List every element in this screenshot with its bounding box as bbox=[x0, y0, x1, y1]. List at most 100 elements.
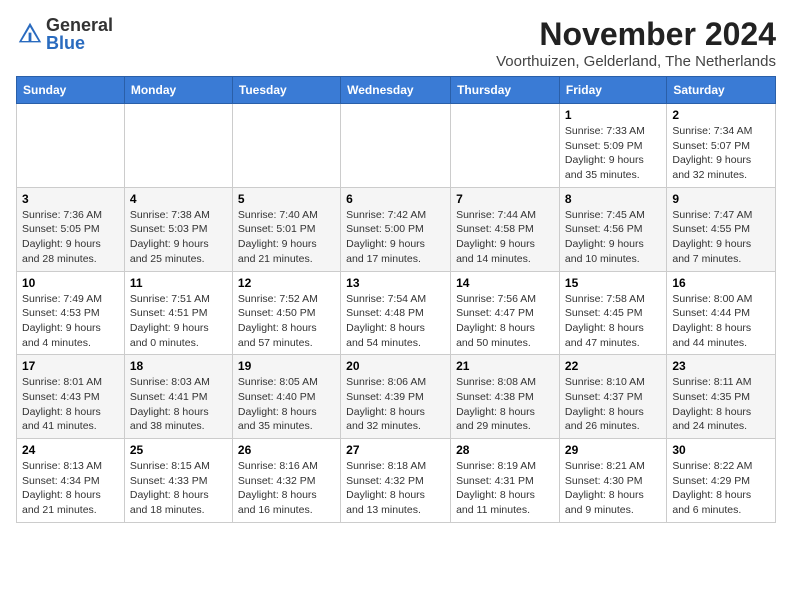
day-number: 19 bbox=[238, 359, 335, 373]
day-number: 30 bbox=[672, 443, 770, 457]
day-detail: Sunrise: 7:51 AM Sunset: 4:51 PM Dayligh… bbox=[130, 292, 227, 351]
calendar-cell: 11Sunrise: 7:51 AM Sunset: 4:51 PM Dayli… bbox=[124, 271, 232, 355]
calendar-cell: 7 Sunrise: 7:44 AM Sunset: 4:58 PM Daylig… bbox=[451, 187, 560, 271]
day-number: 23 bbox=[672, 359, 770, 373]
calendar-header-monday: Monday bbox=[124, 77, 232, 104]
logo: General Blue bbox=[16, 16, 113, 52]
day-detail: Sunrise: 8:10 AM Sunset: 4:37 PM Dayligh… bbox=[565, 375, 661, 434]
day-detail: Sunrise: 7:33 AM Sunset: 5:09 PM Dayligh… bbox=[565, 124, 661, 183]
day-detail: Sunrise: 8:11 AM Sunset: 4:35 PM Dayligh… bbox=[672, 375, 770, 434]
calendar-header-row: SundayMondayTuesdayWednesdayThursdayFrid… bbox=[17, 77, 776, 104]
subtitle: Voorthuizen, Gelderland, The Netherlands bbox=[496, 53, 776, 70]
calendar-cell: 15 Sunrise: 7:58 AM Sunset: 4:45 PM Dayli… bbox=[559, 271, 666, 355]
calendar-cell: 3Sunrise: 7:36 AM Sunset: 5:05 PM Daylig… bbox=[17, 187, 125, 271]
calendar-week-row: 17 Sunrise: 8:01 AM Sunset: 4:43 PM Dayli… bbox=[17, 355, 776, 439]
calendar-cell: 13 Sunrise: 7:54 AM Sunset: 4:48 PM Dayli… bbox=[341, 271, 451, 355]
day-number: 12 bbox=[238, 276, 335, 290]
day-detail: Sunrise: 8:06 AM Sunset: 4:39 PM Dayligh… bbox=[346, 375, 445, 434]
day-number: 1 bbox=[565, 108, 661, 122]
day-detail: Sunrise: 8:22 AM Sunset: 4:29 PM Dayligh… bbox=[672, 459, 770, 518]
calendar-cell: 17 Sunrise: 8:01 AM Sunset: 4:43 PM Dayli… bbox=[17, 355, 125, 439]
title-block: November 2024 Voorthuizen, Gelderland, T… bbox=[496, 16, 776, 70]
calendar-cell: 12Sunrise: 7:52 AM Sunset: 4:50 PM Dayli… bbox=[232, 271, 340, 355]
calendar-cell: 9 Sunrise: 7:47 AM Sunset: 4:55 PM Daylig… bbox=[667, 187, 776, 271]
day-number: 25 bbox=[130, 443, 227, 457]
day-number: 16 bbox=[672, 276, 770, 290]
day-number: 21 bbox=[456, 359, 554, 373]
logo-blue-text: Blue bbox=[46, 34, 113, 52]
day-number: 24 bbox=[22, 443, 119, 457]
calendar-header-thursday: Thursday bbox=[451, 77, 560, 104]
day-detail: Sunrise: 8:03 AM Sunset: 4:41 PM Dayligh… bbox=[130, 375, 227, 434]
day-number: 29 bbox=[565, 443, 661, 457]
calendar-cell bbox=[232, 104, 340, 188]
day-number: 14 bbox=[456, 276, 554, 290]
day-number: 9 bbox=[672, 192, 770, 206]
calendar-cell bbox=[17, 104, 125, 188]
calendar-cell: 21 Sunrise: 8:08 AM Sunset: 4:38 PM Dayli… bbox=[451, 355, 560, 439]
day-detail: Sunrise: 8:08 AM Sunset: 4:38 PM Dayligh… bbox=[456, 375, 554, 434]
day-detail: Sunrise: 8:00 AM Sunset: 4:44 PM Dayligh… bbox=[672, 292, 770, 351]
calendar-cell: 28Sunrise: 8:19 AM Sunset: 4:31 PM Dayli… bbox=[451, 439, 560, 523]
day-number: 5 bbox=[238, 192, 335, 206]
day-detail: Sunrise: 7:45 AM Sunset: 4:56 PM Dayligh… bbox=[565, 208, 661, 267]
calendar-cell: 1 Sunrise: 7:33 AM Sunset: 5:09 PM Daylig… bbox=[559, 104, 666, 188]
calendar-cell: 20Sunrise: 8:06 AM Sunset: 4:39 PM Dayli… bbox=[341, 355, 451, 439]
day-detail: Sunrise: 8:16 AM Sunset: 4:32 PM Dayligh… bbox=[238, 459, 335, 518]
day-detail: Sunrise: 8:05 AM Sunset: 4:40 PM Dayligh… bbox=[238, 375, 335, 434]
calendar-table: SundayMondayTuesdayWednesdayThursdayFrid… bbox=[16, 76, 776, 523]
logo-general-text: General bbox=[46, 16, 113, 34]
day-number: 13 bbox=[346, 276, 445, 290]
calendar-cell: 5Sunrise: 7:40 AM Sunset: 5:01 PM Daylig… bbox=[232, 187, 340, 271]
day-detail: Sunrise: 8:15 AM Sunset: 4:33 PM Dayligh… bbox=[130, 459, 227, 518]
day-number: 17 bbox=[22, 359, 119, 373]
calendar-cell: 4Sunrise: 7:38 AM Sunset: 5:03 PM Daylig… bbox=[124, 187, 232, 271]
day-number: 18 bbox=[130, 359, 227, 373]
day-detail: Sunrise: 8:13 AM Sunset: 4:34 PM Dayligh… bbox=[22, 459, 119, 518]
day-detail: Sunrise: 7:56 AM Sunset: 4:47 PM Dayligh… bbox=[456, 292, 554, 351]
calendar-cell: 19 Sunrise: 8:05 AM Sunset: 4:40 PM Dayli… bbox=[232, 355, 340, 439]
calendar-cell bbox=[341, 104, 451, 188]
calendar-cell: 6 Sunrise: 7:42 AM Sunset: 5:00 PM Daylig… bbox=[341, 187, 451, 271]
calendar-week-row: 1 Sunrise: 7:33 AM Sunset: 5:09 PM Daylig… bbox=[17, 104, 776, 188]
calendar-week-row: 24 Sunrise: 8:13 AM Sunset: 4:34 PM Dayli… bbox=[17, 439, 776, 523]
day-detail: Sunrise: 7:42 AM Sunset: 5:00 PM Dayligh… bbox=[346, 208, 445, 267]
day-number: 26 bbox=[238, 443, 335, 457]
day-number: 10 bbox=[22, 276, 119, 290]
calendar-cell bbox=[451, 104, 560, 188]
day-number: 15 bbox=[565, 276, 661, 290]
day-detail: Sunrise: 8:18 AM Sunset: 4:32 PM Dayligh… bbox=[346, 459, 445, 518]
calendar-cell bbox=[124, 104, 232, 188]
day-detail: Sunrise: 7:34 AM Sunset: 5:07 PM Dayligh… bbox=[672, 124, 770, 183]
calendar-header-saturday: Saturday bbox=[667, 77, 776, 104]
day-number: 8 bbox=[565, 192, 661, 206]
calendar-cell: 16 Sunrise: 8:00 AM Sunset: 4:44 PM Dayli… bbox=[667, 271, 776, 355]
day-detail: Sunrise: 8:01 AM Sunset: 4:43 PM Dayligh… bbox=[22, 375, 119, 434]
calendar-cell: 8 Sunrise: 7:45 AM Sunset: 4:56 PM Daylig… bbox=[559, 187, 666, 271]
day-number: 3 bbox=[22, 192, 119, 206]
calendar-cell: 29 Sunrise: 8:21 AM Sunset: 4:30 PM Dayli… bbox=[559, 439, 666, 523]
day-number: 6 bbox=[346, 192, 445, 206]
day-detail: Sunrise: 8:21 AM Sunset: 4:30 PM Dayligh… bbox=[565, 459, 661, 518]
calendar-cell: 24 Sunrise: 8:13 AM Sunset: 4:34 PM Dayli… bbox=[17, 439, 125, 523]
calendar-cell: 27 Sunrise: 8:18 AM Sunset: 4:32 PM Dayli… bbox=[341, 439, 451, 523]
day-detail: Sunrise: 7:54 AM Sunset: 4:48 PM Dayligh… bbox=[346, 292, 445, 351]
day-detail: Sunrise: 7:47 AM Sunset: 4:55 PM Dayligh… bbox=[672, 208, 770, 267]
day-detail: Sunrise: 7:58 AM Sunset: 4:45 PM Dayligh… bbox=[565, 292, 661, 351]
calendar-cell: 10 Sunrise: 7:49 AM Sunset: 4:53 PM Dayli… bbox=[17, 271, 125, 355]
calendar-week-row: 3Sunrise: 7:36 AM Sunset: 5:05 PM Daylig… bbox=[17, 187, 776, 271]
day-number: 27 bbox=[346, 443, 445, 457]
calendar-header-wednesday: Wednesday bbox=[341, 77, 451, 104]
day-detail: Sunrise: 8:19 AM Sunset: 4:31 PM Dayligh… bbox=[456, 459, 554, 518]
calendar-cell: 26 Sunrise: 8:16 AM Sunset: 4:32 PM Dayli… bbox=[232, 439, 340, 523]
day-number: 7 bbox=[456, 192, 554, 206]
day-detail: Sunrise: 7:44 AM Sunset: 4:58 PM Dayligh… bbox=[456, 208, 554, 267]
calendar-header-tuesday: Tuesday bbox=[232, 77, 340, 104]
day-detail: Sunrise: 7:49 AM Sunset: 4:53 PM Dayligh… bbox=[22, 292, 119, 351]
calendar-header-friday: Friday bbox=[559, 77, 666, 104]
calendar-cell: 25 Sunrise: 8:15 AM Sunset: 4:33 PM Dayli… bbox=[124, 439, 232, 523]
calendar-cell: 23 Sunrise: 8:11 AM Sunset: 4:35 PM Dayli… bbox=[667, 355, 776, 439]
day-number: 2 bbox=[672, 108, 770, 122]
calendar-cell: 18 Sunrise: 8:03 AM Sunset: 4:41 PM Dayli… bbox=[124, 355, 232, 439]
calendar-cell: 22Sunrise: 8:10 AM Sunset: 4:37 PM Dayli… bbox=[559, 355, 666, 439]
